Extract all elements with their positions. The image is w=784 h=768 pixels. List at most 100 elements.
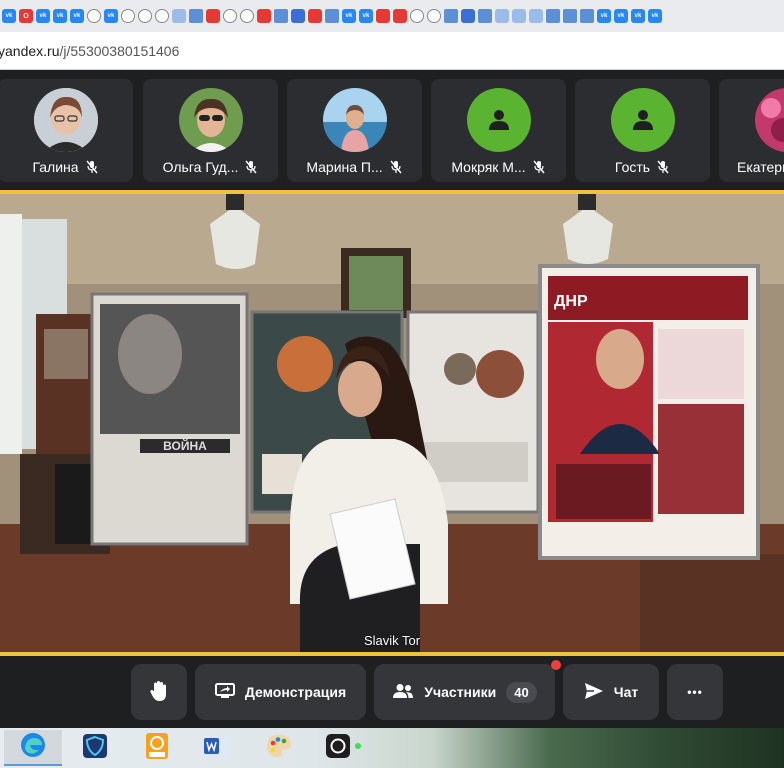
mic-off-icon bbox=[85, 160, 99, 174]
bookmark-lblue-icon[interactable] bbox=[529, 9, 543, 23]
bookmark-grey-icon[interactable] bbox=[87, 9, 101, 23]
bookmark-vk-icon[interactable]: vk bbox=[104, 9, 118, 23]
more-icon: ••• bbox=[687, 685, 703, 699]
bookmark-grey-icon[interactable] bbox=[121, 9, 135, 23]
bookmarks-bar: vk Ovk vk vk vk vk vk vk vk vk vk bbox=[0, 0, 784, 32]
bookmark-vk-icon[interactable]: vk bbox=[36, 9, 50, 23]
bookmark-doc-icon[interactable] bbox=[325, 9, 339, 23]
bookmark-red-icon[interactable] bbox=[376, 9, 390, 23]
avatar bbox=[755, 88, 784, 152]
taskbar-edge[interactable] bbox=[4, 730, 62, 766]
avatar bbox=[179, 88, 243, 152]
bookmark-grey-icon[interactable] bbox=[427, 9, 441, 23]
url-text[interactable]: yandex.ru/j/55300380151406 bbox=[0, 43, 179, 59]
participant-tile[interactable]: Мокряк М... bbox=[431, 79, 566, 182]
screen-share-button[interactable]: Демонстрация bbox=[195, 664, 366, 720]
main-video: ВОЙНА ДНР Slavik Tor bbox=[0, 190, 784, 656]
default-user-icon bbox=[467, 88, 531, 152]
mic-off-icon bbox=[532, 160, 546, 174]
poster-heading: ДНР bbox=[554, 293, 588, 310]
participants-button[interactable]: Участники 40 bbox=[374, 660, 561, 720]
chat-button[interactable]: Чат bbox=[563, 664, 659, 720]
bookmark-vk-icon[interactable]: vk bbox=[648, 9, 662, 23]
participant-tile[interactable]: Екатери bbox=[719, 79, 784, 182]
bookmark-vk-icon[interactable]: vk bbox=[614, 9, 628, 23]
send-icon bbox=[584, 682, 604, 703]
bookmark-lblue-icon[interactable] bbox=[172, 9, 186, 23]
bookmark-red-icon[interactable] bbox=[308, 9, 322, 23]
palette-icon bbox=[265, 733, 293, 764]
more-button[interactable]: ••• bbox=[667, 664, 723, 720]
bookmark-grey-icon[interactable] bbox=[223, 9, 237, 23]
participants-count-badge: 40 bbox=[506, 681, 537, 703]
call-controls: Демонстрация Участники 40 Чат ••• bbox=[0, 656, 784, 728]
bookmark-lblue-icon[interactable] bbox=[495, 9, 509, 23]
participant-tile[interactable]: Марина П... bbox=[287, 79, 422, 182]
bookmark-doc-icon[interactable] bbox=[580, 9, 594, 23]
bookmark-doc-icon[interactable] bbox=[189, 9, 203, 23]
video-frame: ВОЙНА ДНР bbox=[0, 194, 784, 652]
bookmark-o-icon[interactable]: O bbox=[19, 9, 33, 23]
bookmark-vk-icon[interactable]: vk bbox=[631, 9, 645, 23]
bookmark-vk-icon[interactable]: vk bbox=[359, 9, 373, 23]
people-icon bbox=[392, 683, 414, 702]
taskbar-paint[interactable] bbox=[250, 730, 308, 766]
participant-name: Галина bbox=[32, 159, 79, 175]
hand-icon bbox=[149, 680, 169, 705]
mic-off-icon bbox=[389, 160, 403, 174]
taskbar-shield-app[interactable] bbox=[66, 730, 124, 766]
bookmark-doc-icon[interactable] bbox=[546, 9, 560, 23]
bookmark-vk-icon[interactable]: vk bbox=[597, 9, 611, 23]
raise-hand-button[interactable] bbox=[131, 664, 187, 720]
participants-strip: Галина Ольга Гуд... Марина П... Мокряк М… bbox=[0, 70, 784, 190]
taskbar-pdf-app[interactable] bbox=[128, 730, 186, 766]
participant-name: Екатери bbox=[737, 159, 784, 175]
avatar bbox=[34, 88, 98, 152]
bookmark-grey-icon[interactable] bbox=[410, 9, 424, 23]
speaker-name: Slavik Tor bbox=[363, 633, 421, 648]
mic-off-icon bbox=[244, 160, 258, 174]
taskbar-word[interactable] bbox=[188, 730, 246, 766]
pdf-icon bbox=[144, 732, 170, 765]
poster-heading: ВОЙНА bbox=[163, 438, 207, 453]
bookmark-grey-icon[interactable] bbox=[240, 9, 254, 23]
default-user-icon bbox=[611, 88, 675, 152]
bookmark-red-icon[interactable] bbox=[257, 9, 271, 23]
bookmark-vk-icon[interactable]: vk bbox=[53, 9, 67, 23]
shield-icon bbox=[82, 733, 108, 764]
chat-label: Чат bbox=[613, 684, 639, 700]
word-icon bbox=[203, 733, 231, 764]
bookmark-red-icon[interactable] bbox=[393, 9, 407, 23]
bookmark-doc-icon[interactable] bbox=[478, 9, 492, 23]
address-bar[interactable]: yandex.ru/j/55300380151406 bbox=[0, 32, 784, 70]
edge-icon bbox=[20, 732, 46, 763]
bookmark-grey-icon[interactable] bbox=[155, 9, 169, 23]
bookmark-vk-icon[interactable]: vk bbox=[70, 9, 84, 23]
screen-share-label: Демонстрация bbox=[244, 684, 347, 700]
bookmark-blue-icon[interactable] bbox=[461, 9, 475, 23]
participant-tile[interactable]: Ольга Гуд... bbox=[143, 79, 278, 182]
bookmark-lblue-icon[interactable] bbox=[512, 9, 526, 23]
participant-name: Марина П... bbox=[306, 159, 383, 175]
participant-name: Мокряк М... bbox=[451, 159, 526, 175]
bookmark-grey-icon[interactable] bbox=[138, 9, 152, 23]
notification-dot bbox=[551, 660, 561, 670]
participant-name: Ольга Гуд... bbox=[162, 159, 239, 175]
participant-name: Гость bbox=[614, 159, 651, 175]
taskbar-obs[interactable] bbox=[316, 730, 374, 766]
screen-share-icon bbox=[214, 682, 235, 702]
taskbar bbox=[0, 728, 784, 768]
record-icon bbox=[325, 733, 365, 764]
bookmark-red-icon[interactable] bbox=[206, 9, 220, 23]
bookmark-vk-icon[interactable]: vk bbox=[342, 9, 356, 23]
bookmark-doc-icon[interactable] bbox=[563, 9, 577, 23]
participants-label: Участники bbox=[424, 684, 497, 700]
participant-tile[interactable]: Галина bbox=[0, 79, 133, 182]
bookmark-blue-icon[interactable] bbox=[291, 9, 305, 23]
participant-tile[interactable]: Гость bbox=[575, 79, 710, 182]
avatar bbox=[323, 88, 387, 152]
bookmark-vk-icon[interactable]: vk bbox=[2, 9, 16, 23]
mic-off-icon bbox=[656, 160, 670, 174]
bookmark-doc-icon[interactable] bbox=[444, 9, 458, 23]
bookmark-doc-icon[interactable] bbox=[274, 9, 288, 23]
